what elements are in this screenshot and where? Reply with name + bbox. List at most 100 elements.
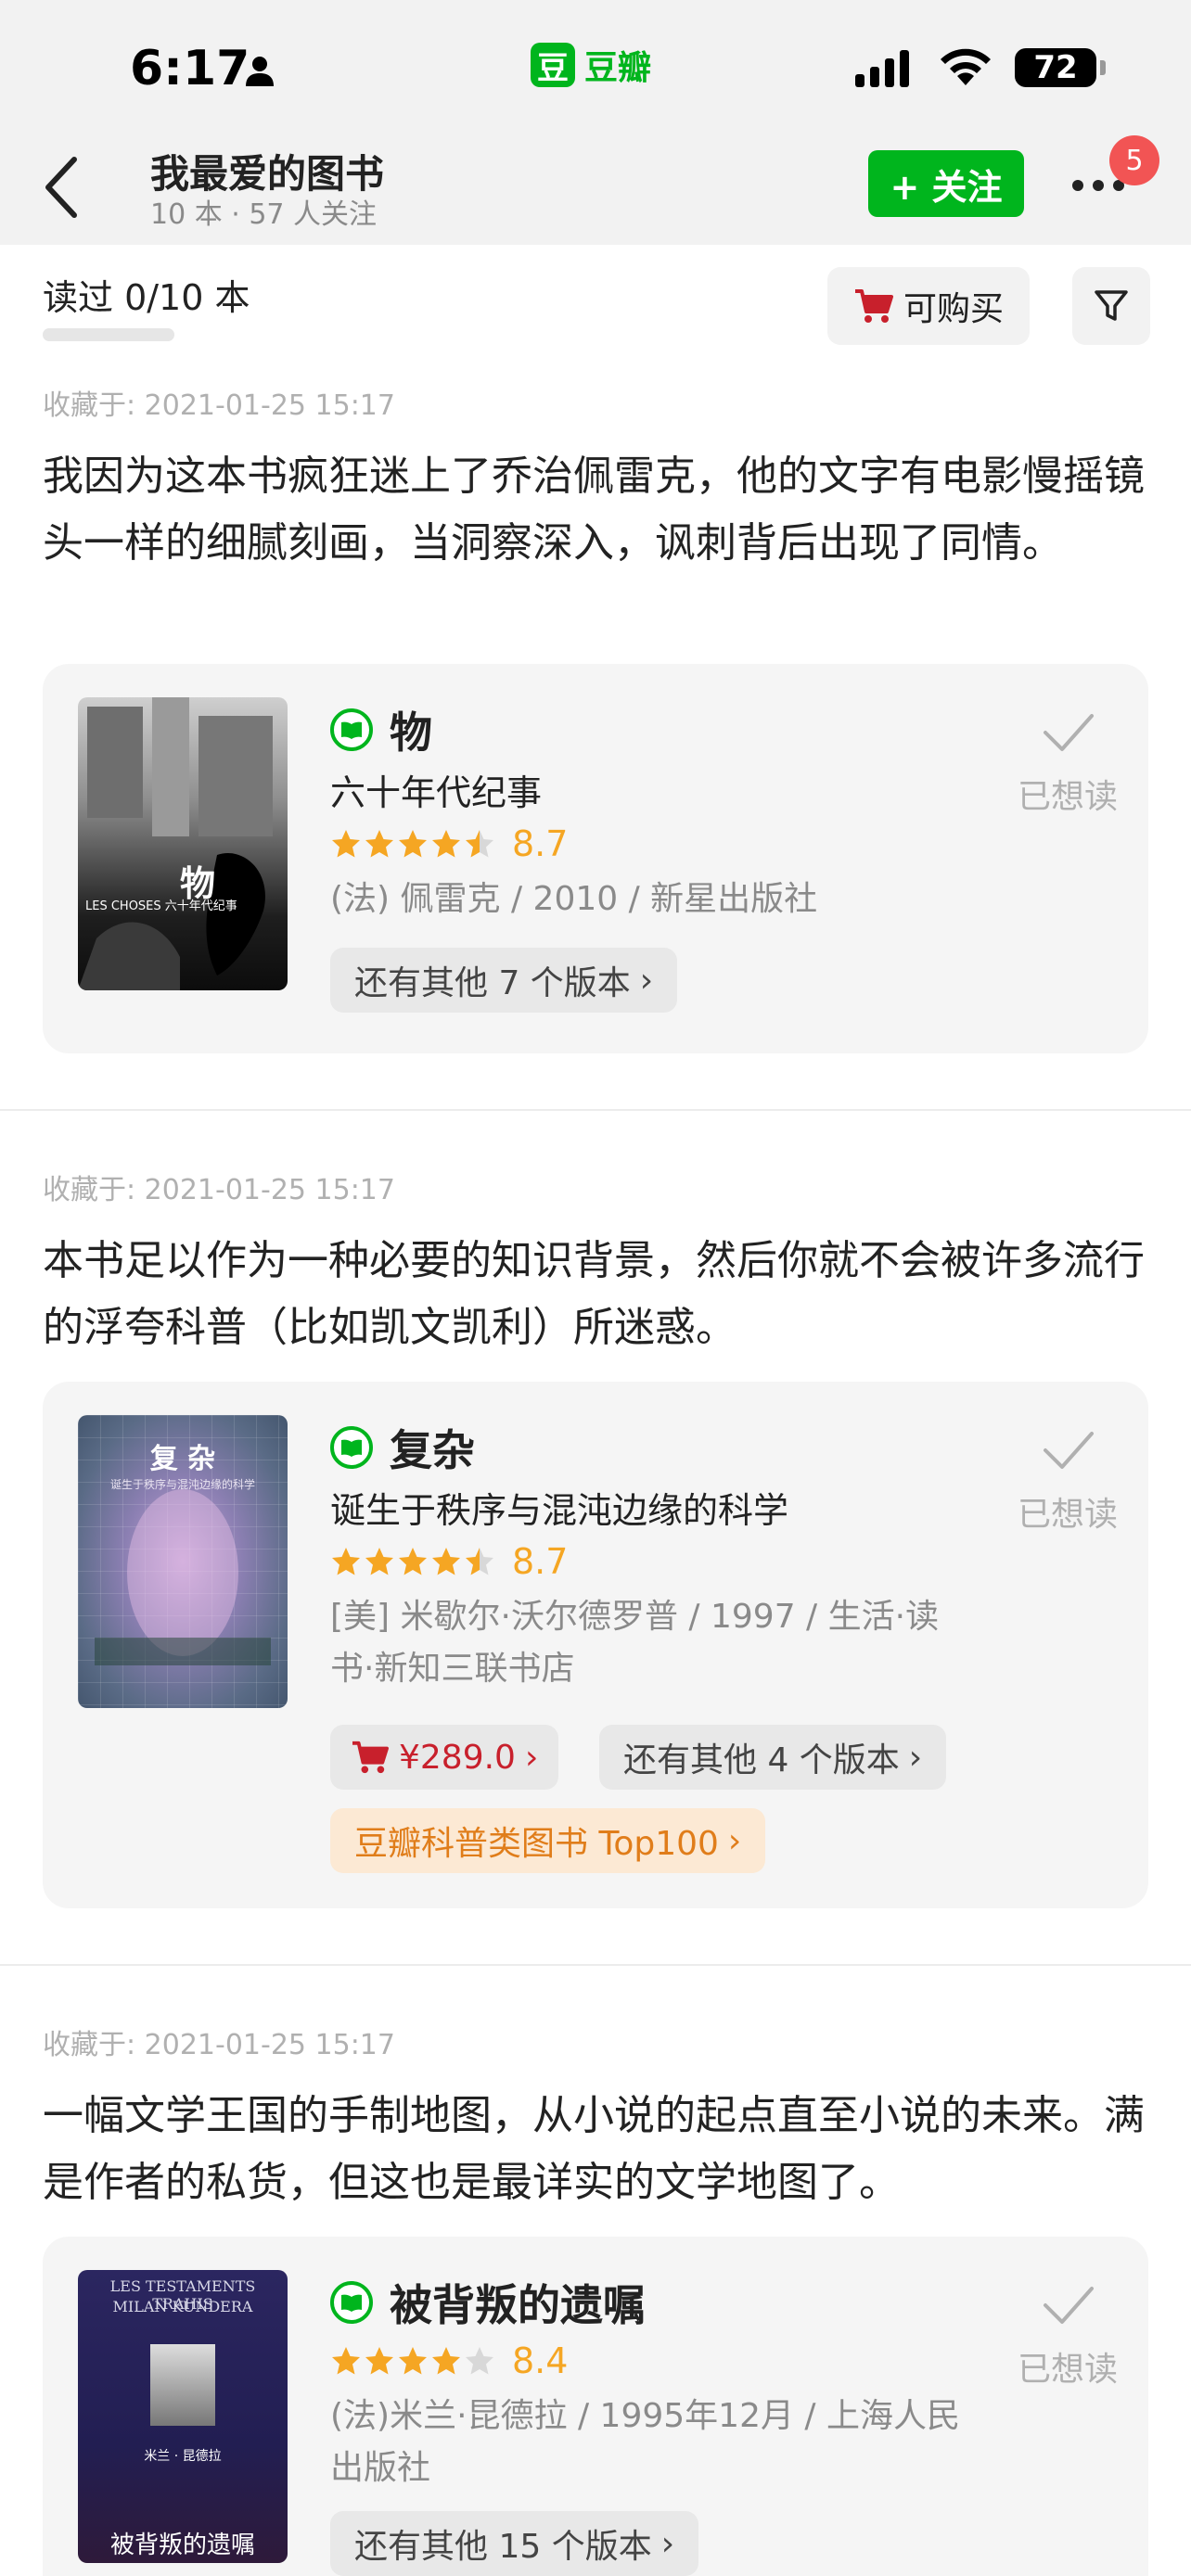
star-rating	[330, 1546, 495, 1577]
person-icon	[246, 57, 274, 86]
book-cover[interactable]: 复 杂 诞生于秩序与混沌边缘的科学	[78, 1415, 288, 1708]
status-bar: 6:17 豆 豆瓣 72	[0, 0, 1191, 130]
star-icon	[365, 2347, 393, 2375]
star-icon	[332, 830, 360, 858]
book-title[interactable]: 被背叛的遗嘱	[390, 2272, 646, 2333]
book-cover[interactable]: 物 LES CHOSES 六十年代纪事	[78, 697, 288, 990]
entry-date: 收藏于: 2021-01-25 15:17	[43, 2029, 395, 2061]
rank-label: 豆瓣科普类图书 Top100	[354, 1825, 719, 1863]
filter-icon	[1095, 290, 1128, 321]
rating-score: 8.7	[512, 823, 569, 864]
signal-icon	[855, 50, 909, 87]
read-count: 读过 0/10 本	[43, 277, 250, 318]
entry-date: 收藏于: 2021-01-25 15:17	[43, 1174, 395, 1206]
cover-title-cn: 被背叛的遗嘱	[109, 2531, 255, 2559]
nav-bar: 我最爱的图书 10 本 · 57 人关注 + 关注 5	[0, 130, 1191, 245]
wish-to-read-button[interactable]: 已想读	[1007, 2277, 1128, 2391]
rating-row: 8.7	[330, 823, 568, 864]
cover-author-en: MILAN KUNDERA	[112, 2298, 253, 2315]
star-icon	[399, 830, 427, 858]
book-title-row[interactable]: 物	[330, 699, 432, 760]
rating-score: 8.7	[512, 1541, 569, 1582]
follow-button[interactable]: + 关注	[868, 150, 1024, 217]
back-icon[interactable]	[35, 152, 91, 223]
other-versions-button[interactable]: 还有其他 7 个版本 ›	[330, 948, 678, 1013]
buyable-filter-button[interactable]: 可购买	[827, 267, 1030, 345]
other-versions-button[interactable]: 还有其他 4 个版本 ›	[599, 1725, 947, 1790]
chevron-right-icon: ›	[727, 1821, 742, 1860]
star-icon	[432, 2347, 460, 2375]
book-title[interactable]: 物	[390, 699, 432, 760]
check-icon	[1044, 1432, 1094, 1469]
read-progress-bar	[43, 328, 174, 341]
entry-comment: 本书足以作为一种必要的知识背景，然后你就不会被许多流行的浮夸科普（比如凯文凯利）…	[43, 1237, 1145, 1351]
book-meta: [美] 米歇尔·沃尔德罗普 / 1997 / 生活·读书·新知三联书店	[330, 1598, 940, 1688]
buy-label: 可购买	[903, 290, 1004, 328]
douban-logo-icon: 豆	[531, 43, 575, 87]
status-time: 6:17	[130, 41, 250, 96]
book-meta: (法)米兰·昆德拉 / 1995年12月 / 上海人民出版社	[330, 2397, 960, 2487]
book-icon	[330, 1426, 373, 1469]
app-indicator: 豆 豆瓣	[531, 41, 651, 89]
cover-art	[78, 697, 273, 990]
star-icon	[332, 1548, 360, 1575]
wifi-icon	[941, 48, 991, 85]
filter-button[interactable]	[1072, 267, 1150, 345]
entry-comment: 一幅文学王国的手制地图，从小说的起点直至小说的未来。满是作者的私货，但这也是最详…	[43, 2092, 1145, 2206]
author-portrait	[150, 2344, 215, 2426]
star-rating	[330, 2345, 495, 2377]
divider	[0, 1964, 1191, 1966]
star-icon	[466, 830, 493, 858]
versions-label: 还有其他 7 个版本	[354, 964, 631, 1002]
book-card[interactable]: LES TESTAMENTS TRAHIS MILAN KUNDERA 米兰 ·…	[43, 2237, 1148, 2576]
star-icon	[365, 830, 393, 858]
chevron-right-icon: ›	[660, 2524, 675, 2563]
star-icon	[365, 1548, 393, 1575]
book-cover[interactable]: LES TESTAMENTS TRAHIS MILAN KUNDERA 米兰 ·…	[78, 2270, 288, 2563]
cover-art	[95, 1489, 271, 1665]
rating-row: 8.7	[330, 1541, 568, 1582]
rating-row: 8.4	[330, 2340, 568, 2381]
price-label: ¥289.0	[399, 1738, 516, 1777]
other-versions-button[interactable]: 还有其他 15 个版本 ›	[330, 2511, 699, 2576]
check-icon	[1044, 714, 1094, 751]
star-icon	[399, 2347, 427, 2375]
cart-icon	[352, 1741, 389, 1774]
star-icon	[432, 830, 460, 858]
book-icon	[330, 2281, 373, 2324]
star-icon	[432, 1548, 460, 1575]
wish-label: 已想读	[1017, 778, 1118, 816]
wish-label: 已想读	[1017, 1496, 1118, 1534]
book-title[interactable]: 复杂	[390, 1417, 475, 1478]
check-icon	[1044, 2287, 1094, 2324]
chevron-right-icon: ›	[524, 1738, 539, 1777]
star-icon	[466, 2347, 493, 2375]
star-rating	[330, 828, 495, 860]
book-icon	[330, 708, 373, 751]
versions-label: 还有其他 4 个版本	[623, 1741, 900, 1779]
battery-icon: 72	[1015, 48, 1106, 87]
versions-label: 还有其他 15 个版本	[354, 2528, 652, 2566]
top100-rank-button[interactable]: 豆瓣科普类图书 Top100 ›	[330, 1808, 766, 1873]
cart-icon	[854, 289, 893, 323]
page-subtitle: 10 本 · 57 人关注	[150, 198, 378, 231]
entry-comment: 我因为这本书疯狂迷上了乔治佩雷克，他的文字有电影慢摇镜头一样的细腻刻画，当洞察深…	[43, 453, 1145, 567]
wish-label: 已想读	[1017, 2351, 1118, 2389]
rating-score: 8.4	[512, 2340, 569, 2381]
buy-price-button[interactable]: ¥289.0 ›	[330, 1725, 559, 1790]
entry-date: 收藏于: 2021-01-25 15:17	[43, 389, 395, 422]
app-name: 豆瓣	[584, 49, 652, 87]
book-title-row[interactable]: 被背叛的遗嘱	[330, 2272, 646, 2333]
book-subtitle: 诞生于秩序与混沌边缘的科学	[330, 1490, 789, 1531]
book-card[interactable]: 物 LES CHOSES 六十年代纪事 物 六十年代纪事 8.7 (法) 佩雷克…	[43, 664, 1148, 1053]
notification-badge: 5	[1109, 135, 1159, 185]
wish-to-read-button[interactable]: 已想读	[1007, 705, 1128, 818]
chevron-right-icon: ›	[908, 1738, 923, 1777]
star-icon	[466, 1548, 493, 1575]
book-card[interactable]: 复 杂 诞生于秩序与混沌边缘的科学 复杂 诞生于秩序与混沌边缘的科学 8.7 […	[43, 1382, 1148, 1908]
wish-to-read-button[interactable]: 已想读	[1007, 1422, 1128, 1536]
star-icon	[332, 2347, 360, 2375]
star-icon	[399, 1548, 427, 1575]
book-title-row[interactable]: 复杂	[330, 1417, 475, 1478]
chevron-right-icon: ›	[639, 961, 654, 1000]
